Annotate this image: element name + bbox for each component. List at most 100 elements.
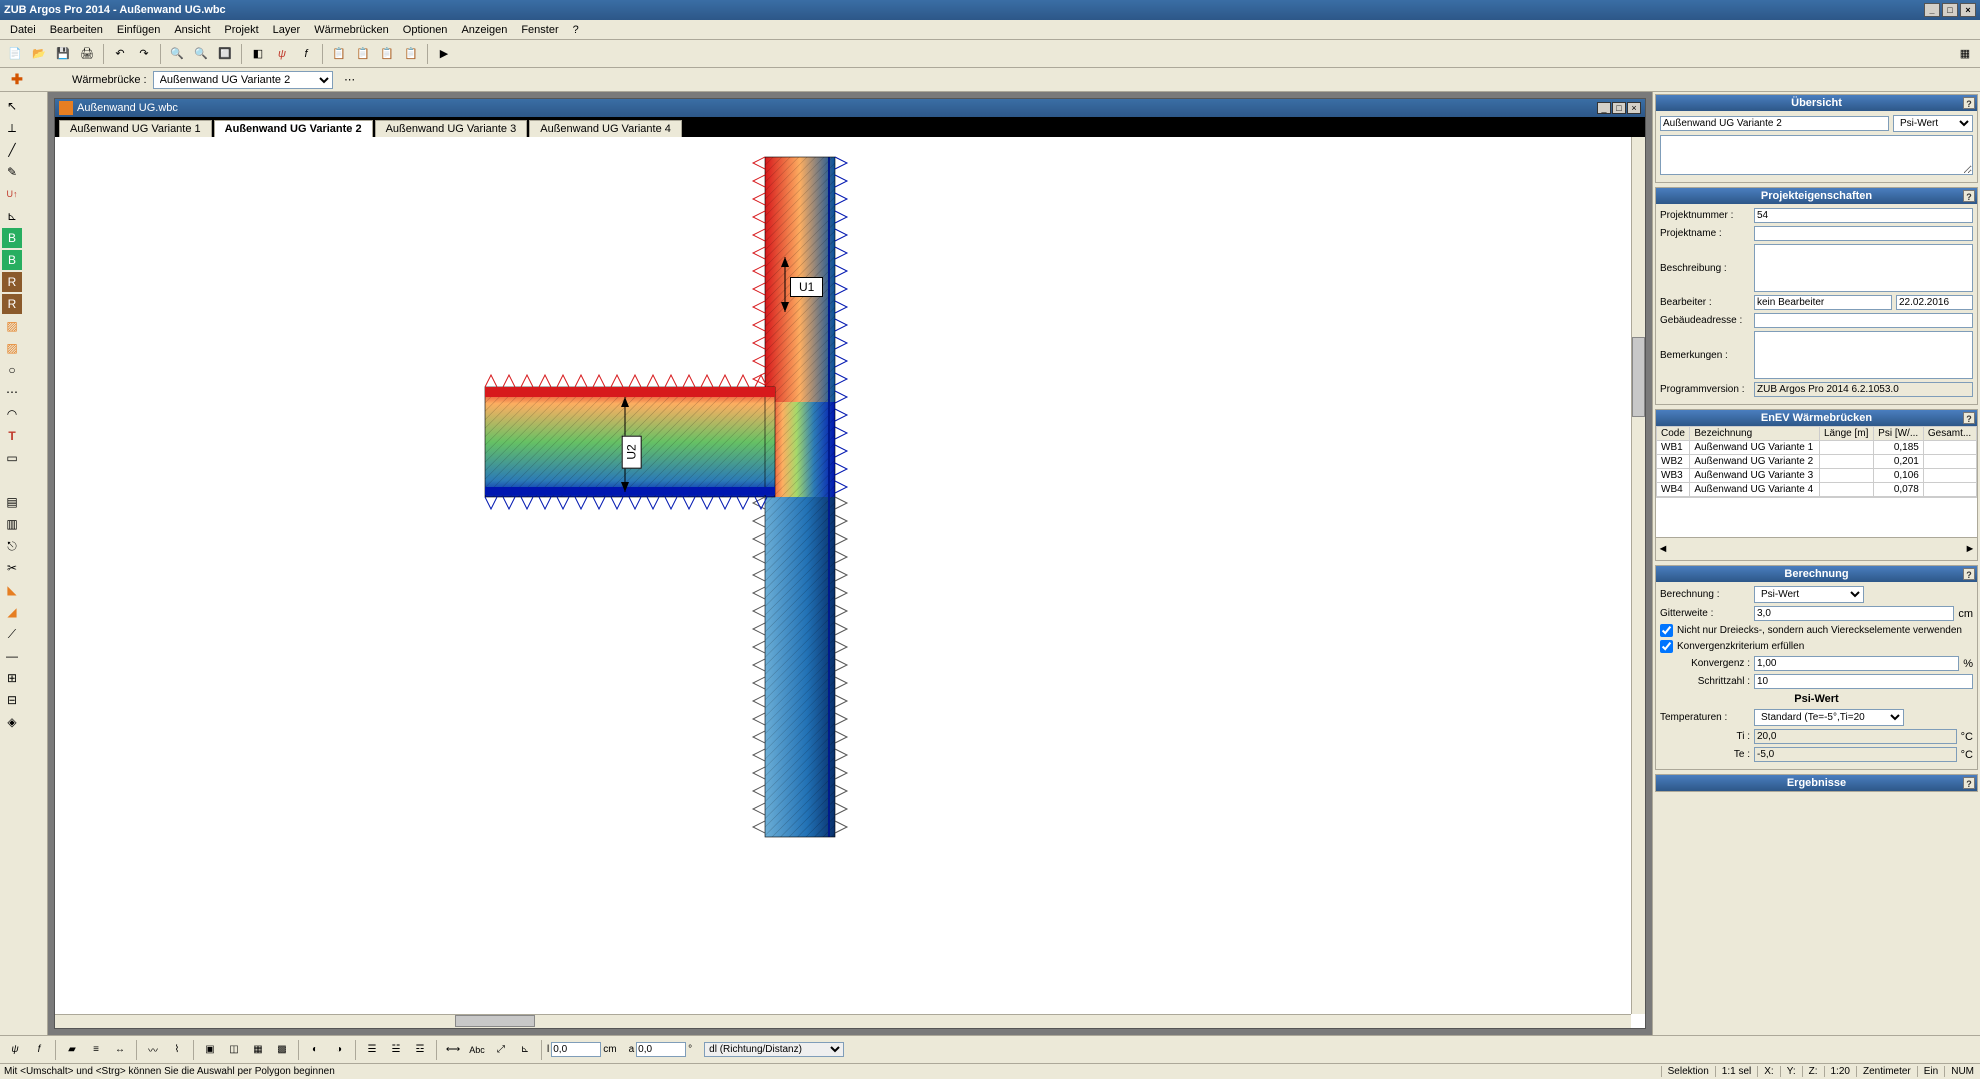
tool5-icon[interactable]: ⟋: [2, 624, 22, 644]
list2-icon[interactable]: ☱: [385, 1039, 407, 1061]
tool7-icon[interactable]: ⊞: [2, 668, 22, 688]
save-icon[interactable]: 💾: [52, 43, 74, 65]
scroll-right-icon[interactable]: ►: [1963, 538, 1977, 560]
hatch-icon[interactable]: ▨: [2, 316, 22, 336]
play-icon[interactable]: ▶: [433, 43, 455, 65]
tool1-icon[interactable]: ⎋: [2, 536, 22, 556]
lines-icon[interactable]: 〰: [142, 1039, 164, 1061]
grid-icon[interactable]: ▦: [1954, 43, 1976, 65]
menu-bearbeiten[interactable]: Bearbeiten: [44, 22, 109, 38]
arc-icon[interactable]: ◠: [2, 404, 22, 424]
cube-icon[interactable]: ◧: [247, 43, 269, 65]
new-icon[interactable]: 📄: [4, 43, 26, 65]
tab-variante-2[interactable]: Außenwand UG Variante 2: [214, 120, 373, 137]
close-button[interactable]: ×: [1960, 3, 1976, 17]
help-icon[interactable]: ?: [1963, 777, 1975, 789]
lines2-icon[interactable]: ⌇: [166, 1039, 188, 1061]
list3-icon[interactable]: ☲: [409, 1039, 431, 1061]
waermebruecke-select[interactable]: Außenwand UG Variante 2: [153, 71, 333, 89]
props-icon[interactable]: ⋯: [339, 69, 361, 91]
temperaturen-select[interactable]: Standard (Te=-5°,Ti=20: [1754, 709, 1904, 726]
menu-projekt[interactable]: Projekt: [218, 22, 264, 38]
tool3-icon[interactable]: ◣: [2, 580, 22, 600]
tab-variante-3[interactable]: Außenwand UG Variante 3: [375, 120, 528, 137]
gitter-input[interactable]: [1754, 606, 1954, 621]
vertical-scrollbar[interactable]: [1631, 137, 1645, 1014]
dots-icon[interactable]: ⋯: [2, 382, 22, 402]
dim1-icon[interactable]: ↔: [109, 1039, 131, 1061]
adresse-input[interactable]: [1754, 313, 1973, 328]
uebersicht-metric[interactable]: Psi-Wert: [1893, 115, 1973, 132]
tool8-icon[interactable]: ⊟: [2, 690, 22, 710]
help-icon[interactable]: ?: [1963, 190, 1975, 202]
berechnung-select[interactable]: Psi-Wert: [1754, 586, 1864, 603]
tab-variante-4[interactable]: Außenwand UG Variante 4: [529, 120, 682, 137]
scroll-left-icon[interactable]: ◄: [1656, 538, 1670, 560]
bearbeiter-input[interactable]: [1754, 295, 1892, 310]
uebersicht-text[interactable]: [1660, 135, 1973, 175]
vierecks-checkbox[interactable]: [1660, 624, 1673, 637]
help-icon[interactable]: ?: [1963, 568, 1975, 580]
extra1-icon[interactable]: ◐: [304, 1039, 326, 1061]
r-brown-icon[interactable]: R: [2, 272, 22, 292]
redo-icon[interactable]: ↷: [133, 43, 155, 65]
pencil-icon[interactable]: ✎: [2, 162, 22, 182]
open-icon[interactable]: 📂: [28, 43, 50, 65]
hatch2-icon[interactable]: ▨: [2, 338, 22, 358]
konvergenz-input[interactable]: [1754, 656, 1959, 671]
dim3-icon[interactable]: ⊾: [514, 1039, 536, 1061]
zoom-fit-icon[interactable]: 🔲: [214, 43, 236, 65]
dim-icon[interactable]: ⟷: [442, 1039, 464, 1061]
zoom-window-icon[interactable]: 🔍: [166, 43, 188, 65]
surf1-icon[interactable]: ▣: [199, 1039, 221, 1061]
bars-icon[interactable]: ≡: [85, 1039, 107, 1061]
canvas[interactable]: U1 U2: [55, 137, 1645, 1028]
abc-icon[interactable]: Abc: [466, 1039, 488, 1061]
text-icon[interactable]: T: [2, 426, 22, 446]
projektname-input[interactable]: [1754, 226, 1973, 241]
psi-bottom-icon[interactable]: ψ: [4, 1039, 26, 1061]
tool4-icon[interactable]: ◢: [2, 602, 22, 622]
schritt-input[interactable]: [1754, 674, 1973, 689]
list1-icon[interactable]: ☰: [361, 1039, 383, 1061]
undo-icon[interactable]: ↶: [109, 43, 131, 65]
report3-icon[interactable]: 📋: [376, 43, 398, 65]
menu-ansicht[interactable]: Ansicht: [168, 22, 216, 38]
psi-icon[interactable]: ψ: [271, 43, 293, 65]
f-bottom-icon[interactable]: f: [28, 1039, 50, 1061]
menu-waermebruecken[interactable]: Wärmebrücken: [308, 22, 395, 38]
projektnummer-input[interactable]: [1754, 208, 1973, 223]
help-icon[interactable]: ?: [1963, 412, 1975, 424]
r-brown2-icon[interactable]: R: [2, 294, 22, 314]
menu-help[interactable]: ?: [567, 22, 585, 38]
bemerkungen-input[interactable]: [1754, 331, 1973, 379]
menu-einfuegen[interactable]: Einfügen: [111, 22, 166, 38]
add-icon[interactable]: ✚: [8, 71, 26, 89]
table-row[interactable]: WB2Außenwand UG Variante 20,201: [1657, 455, 1977, 469]
menu-anzeigen[interactable]: Anzeigen: [455, 22, 513, 38]
measure-icon[interactable]: ⟂: [2, 118, 22, 138]
dim2-icon[interactable]: ⤢: [490, 1039, 512, 1061]
tool9-icon[interactable]: ◈: [2, 712, 22, 732]
doc-minimize[interactable]: _: [1597, 102, 1611, 114]
layer2-icon[interactable]: ▥: [2, 514, 22, 534]
doc-maximize[interactable]: □: [1612, 102, 1626, 114]
b-green2-icon[interactable]: B: [2, 250, 22, 270]
report1-icon[interactable]: 📋: [328, 43, 350, 65]
surf2-icon[interactable]: ◫: [223, 1039, 245, 1061]
layer1-icon[interactable]: ▤: [2, 492, 22, 512]
beschreibung-input[interactable]: [1754, 244, 1973, 292]
menu-layer[interactable]: Layer: [267, 22, 307, 38]
a-input[interactable]: [636, 1042, 686, 1057]
surf4-icon[interactable]: ▩: [271, 1039, 293, 1061]
tool6-icon[interactable]: —: [2, 646, 22, 666]
table-row[interactable]: WB4Außenwand UG Variante 40,078: [1657, 483, 1977, 497]
uebersicht-item[interactable]: [1660, 116, 1889, 131]
horizontal-scrollbar[interactable]: [55, 1014, 1631, 1028]
gradient-icon[interactable]: ▰: [61, 1039, 83, 1061]
line-icon[interactable]: ╱: [2, 140, 22, 160]
rect-icon[interactable]: ▭: [2, 448, 22, 468]
zoom-out-icon[interactable]: 🔍: [190, 43, 212, 65]
surf3-icon[interactable]: ▦: [247, 1039, 269, 1061]
menu-optionen[interactable]: Optionen: [397, 22, 454, 38]
